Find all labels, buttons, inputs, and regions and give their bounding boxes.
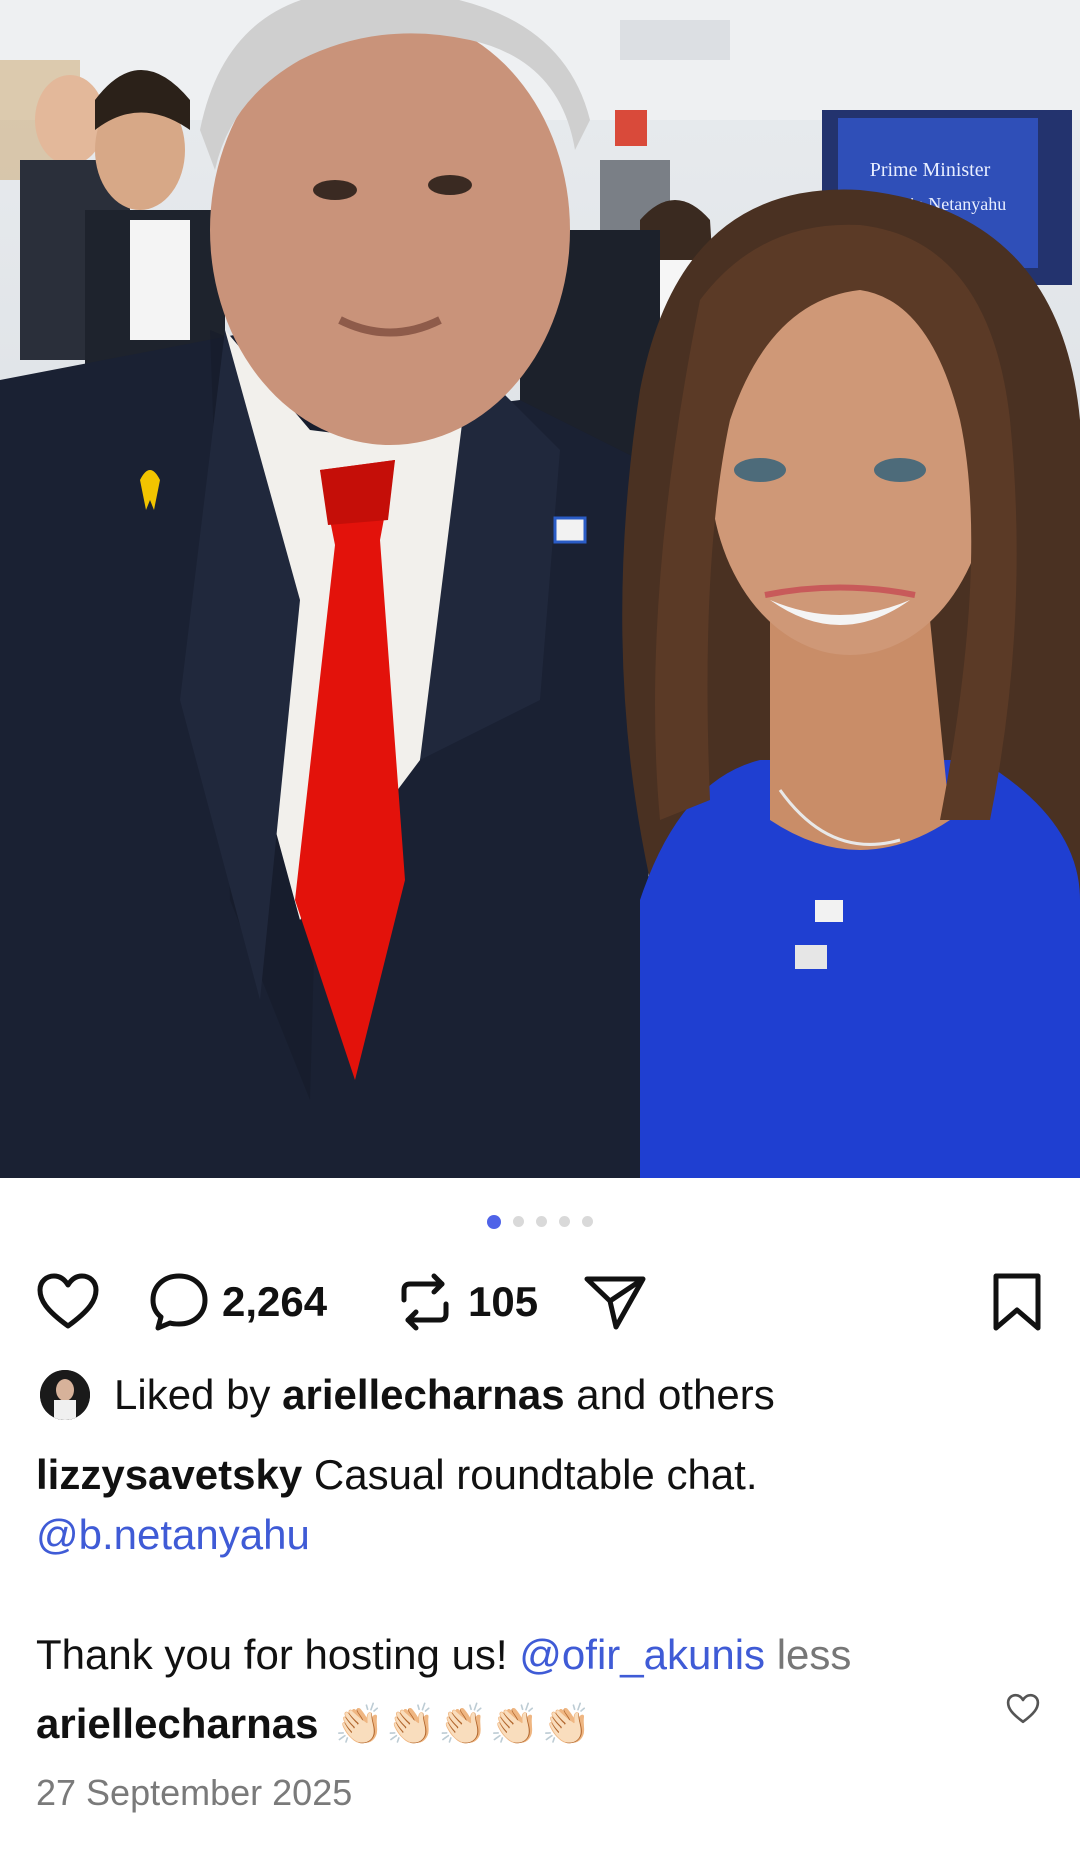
avatar-image: [40, 1370, 90, 1420]
liked-by-user[interactable]: ariellecharnas: [282, 1371, 565, 1419]
post-photo[interactable]: Prime Minister Benjamin Netanyahu: [0, 0, 1080, 1178]
liked-by-prefix: Liked by: [114, 1371, 271, 1418]
heart-icon: [37, 1273, 99, 1329]
caption-mention-2[interactable]: @ofir_akunis: [519, 1631, 765, 1678]
screen-title: Prime Minister: [870, 159, 991, 181]
like-button[interactable]: [36, 1262, 100, 1342]
carousel-indicator: [0, 1213, 1080, 1231]
carousel-dot[interactable]: [582, 1216, 593, 1228]
bookmark-button[interactable]: [990, 1262, 1044, 1342]
comment-count: 2,264: [222, 1278, 328, 1325]
repost-icon: [401, 1273, 449, 1331]
caption-mention[interactable]: @b.netanyahu: [36, 1511, 310, 1558]
share-button[interactable]: [582, 1262, 648, 1342]
repost-button[interactable]: 105: [394, 1262, 538, 1342]
carousel-dot-active[interactable]: [487, 1214, 501, 1229]
carousel-dot[interactable]: [559, 1216, 570, 1228]
caption-line-3: Thank you for hosting us! @ofir_akunis l…: [36, 1625, 1036, 1685]
carousel-dot[interactable]: [536, 1216, 547, 1228]
avatar[interactable]: [40, 1370, 90, 1420]
post-date: 27 September 2025: [36, 1772, 353, 1813]
caption-text-2: Thank you for hosting us!: [36, 1631, 508, 1678]
comment-text: 👏🏻👏🏻👏🏻👏🏻👏🏻: [334, 1702, 594, 1747]
comment-row: ariellecharnas 👏🏻👏🏻👏🏻👏🏻👏🏻: [36, 1700, 594, 1748]
share-icon: [584, 1276, 646, 1330]
bookmark-icon: [993, 1273, 1041, 1331]
comment-like-button[interactable]: [1006, 1693, 1040, 1730]
caption: lizzysavetsky Casual roundtable chat. @b…: [36, 1445, 1036, 1685]
photo-illustration: Prime Minister Benjamin Netanyahu: [0, 0, 1080, 1178]
repost-count: 105: [468, 1278, 539, 1325]
caption-author[interactable]: lizzysavetsky: [36, 1451, 302, 1498]
comment-author[interactable]: ariellecharnas: [36, 1700, 319, 1748]
less-button[interactable]: less: [777, 1631, 852, 1678]
caption-line-1: lizzysavetsky Casual roundtable chat.: [36, 1445, 1036, 1505]
caption-line-2: @b.netanyahu: [36, 1505, 1036, 1565]
caption-text: Casual roundtable chat.: [313, 1451, 758, 1498]
comment-button[interactable]: 2,264: [148, 1262, 327, 1342]
comment-icon: [150, 1273, 208, 1331]
liked-by[interactable]: Liked by ariellecharnas and others: [40, 1370, 775, 1420]
liked-by-suffix: and others: [576, 1371, 775, 1418]
action-bar: 2,264 105: [36, 1262, 1044, 1342]
carousel-dot[interactable]: [513, 1216, 524, 1228]
heart-small-icon: [1006, 1693, 1040, 1724]
